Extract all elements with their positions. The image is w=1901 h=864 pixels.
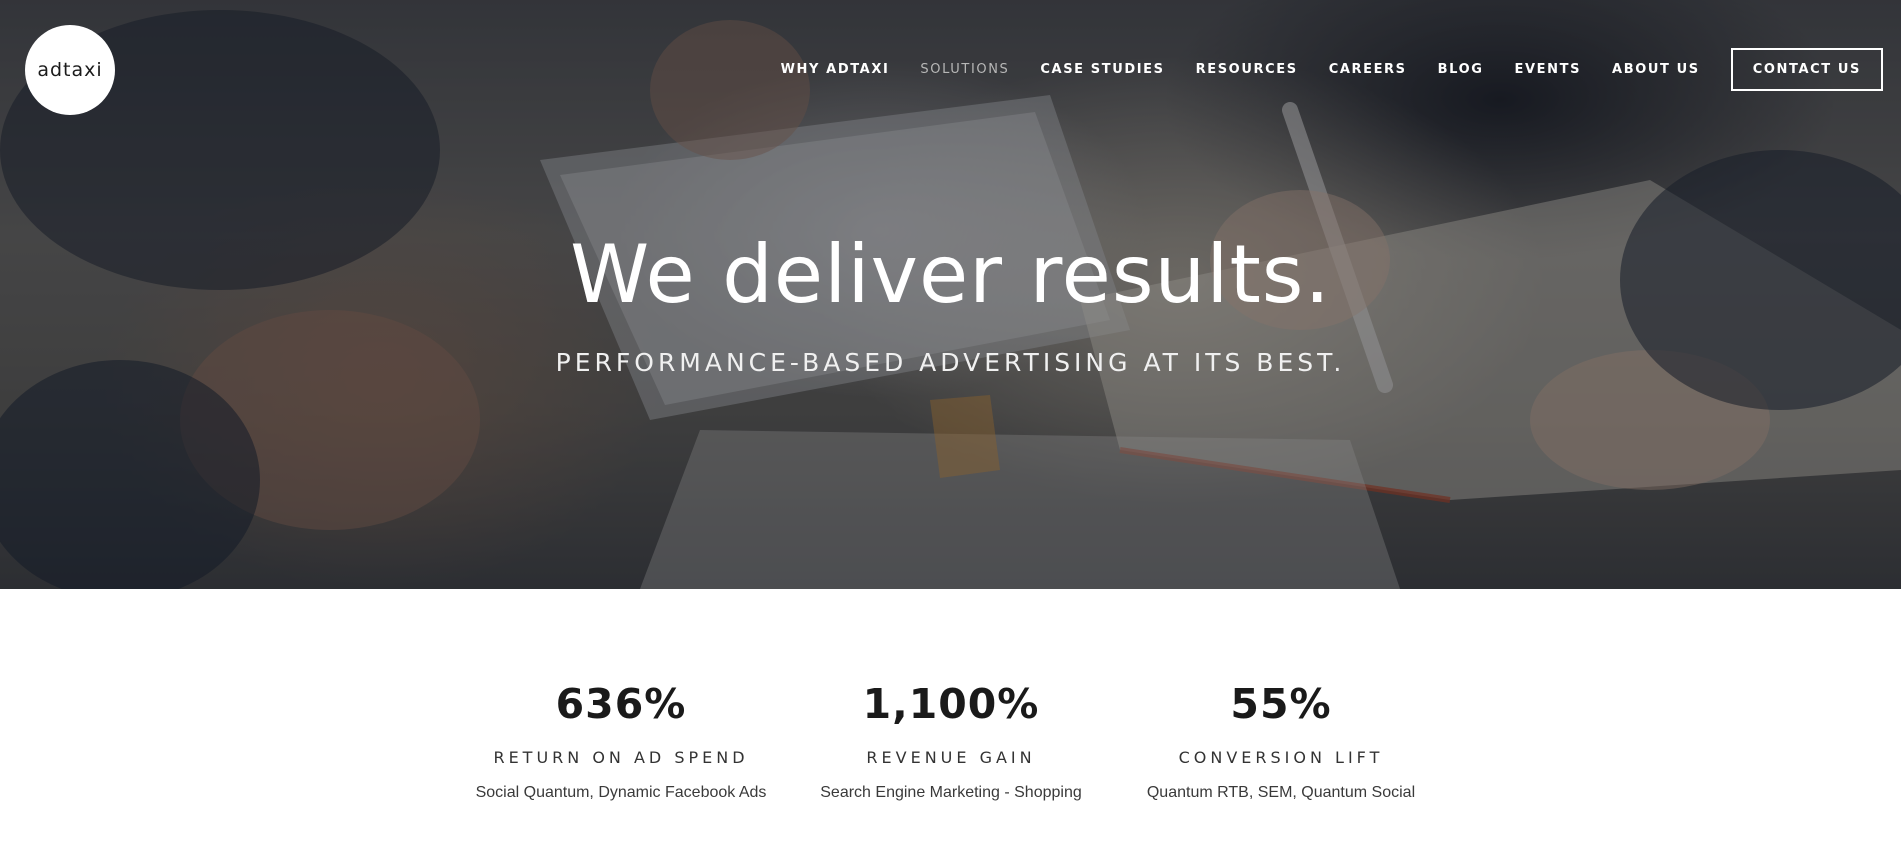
logo-text: adtaxi (37, 59, 103, 81)
stat-conversion-lift: 55% CONVERSION LIFT Quantum RTB, SEM, Qu… (1121, 680, 1441, 802)
nav-item-careers[interactable]: CAREERS (1329, 62, 1407, 77)
nav-item-blog[interactable]: BLOG (1438, 62, 1484, 77)
stat-value: 55% (1230, 680, 1332, 728)
stat-description: Social Quantum, Dynamic Facebook Ads (475, 784, 767, 801)
nav-item-resources[interactable]: RESOURCES (1196, 62, 1298, 77)
hero-subheadline: PERFORMANCE-BASED ADVERTISING AT ITS BES… (555, 348, 1346, 377)
stat-value: 1,100% (862, 680, 1040, 728)
stat-return-on-ad-spend: 636% RETURN ON AD SPEND Social Quantum, … (461, 680, 781, 802)
nav-item-solutions[interactable]: SOLUTIONS (920, 62, 1009, 77)
hero-section: adtaxi WHY ADTAXI SOLUTIONS CASE STUDIES… (0, 0, 1901, 589)
stat-label: REVENUE GAIN (866, 748, 1036, 767)
nav-item-about-us[interactable]: ABOUT US (1612, 62, 1700, 77)
stat-label: CONVERSION LIFT (1178, 748, 1384, 767)
nav-item-events[interactable]: EVENTS (1515, 62, 1582, 77)
adtaxi-logo[interactable]: adtaxi (25, 25, 115, 115)
main-nav: WHY ADTAXI SOLUTIONS CASE STUDIES RESOUR… (781, 48, 1883, 91)
stat-value: 636% (555, 680, 687, 728)
nav-item-why-adtaxi[interactable]: WHY ADTAXI (781, 62, 890, 77)
stat-label: RETURN ON AD SPEND (493, 748, 749, 767)
hero-headline: We deliver results. (570, 228, 1331, 321)
contact-us-button[interactable]: CONTACT US (1730, 48, 1883, 91)
nav-item-case-studies[interactable]: CASE STUDIES (1040, 62, 1164, 77)
stat-revenue-gain: 1,100% REVENUE GAIN Search Engine Market… (791, 680, 1111, 802)
stat-description: Quantum RTB, SEM, Quantum Social (1146, 784, 1416, 801)
stat-description: Search Engine Marketing - Shopping (820, 784, 1082, 801)
